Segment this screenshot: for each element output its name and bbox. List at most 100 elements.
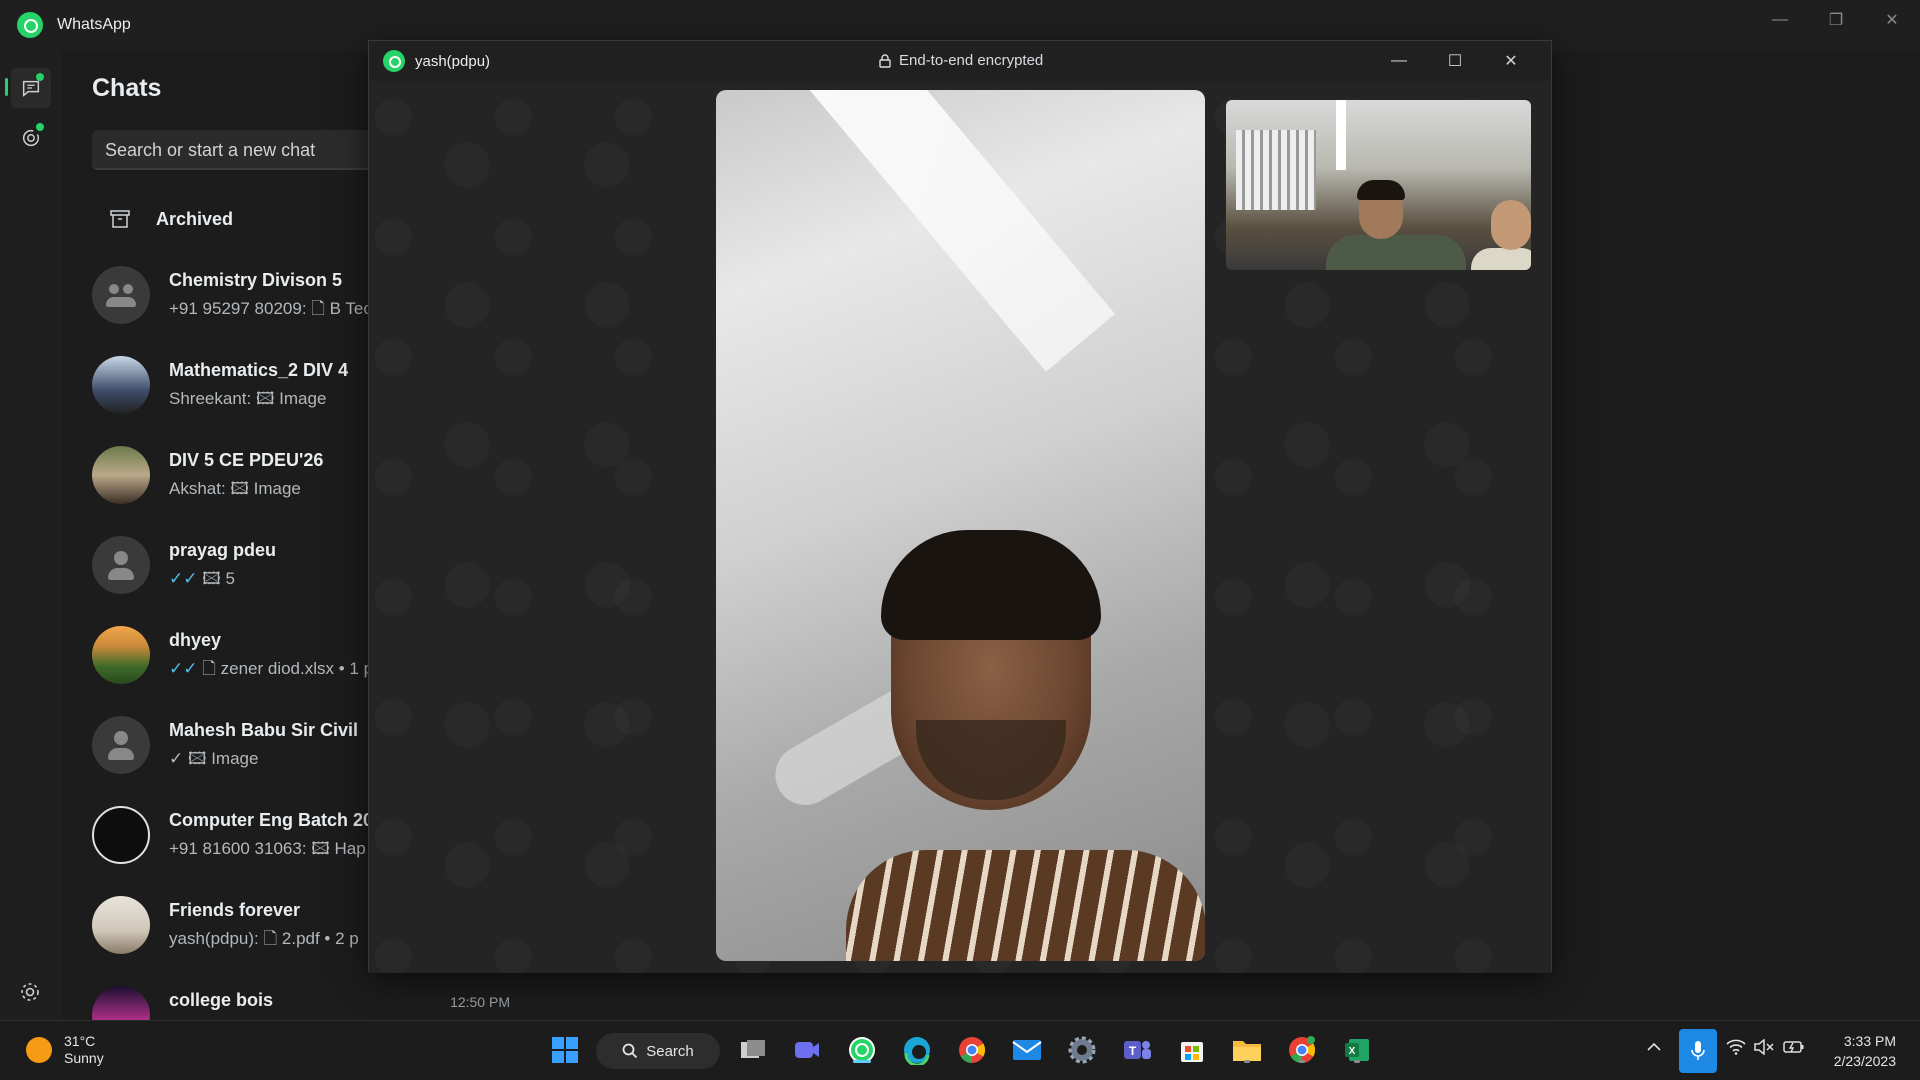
- weather-desc: Sunny: [64, 1050, 104, 1066]
- microphone-button[interactable]: [1679, 1029, 1717, 1073]
- encryption-label: End-to-end encrypted: [899, 52, 1044, 69]
- chat-name: dhyey: [169, 630, 222, 650]
- remote-video-feed[interactable]: [716, 90, 1205, 961]
- chat-preview-line: ✓ 🖾 Image: [169, 746, 258, 775]
- person-body: [1471, 248, 1531, 270]
- page-title: Chats: [92, 74, 162, 102]
- chevron-up-icon[interactable]: [1646, 1039, 1662, 1060]
- task-view-icon[interactable]: [736, 1033, 770, 1067]
- person-shirt: [846, 850, 1205, 961]
- call-maximize-button[interactable]: ☐: [1427, 43, 1483, 79]
- default-avatar: [92, 716, 150, 774]
- running-underline: [1354, 1060, 1360, 1063]
- self-video-preview[interactable]: [1226, 100, 1531, 270]
- active-indicator: [5, 78, 8, 96]
- call-titlebar: yash(pdpu) End-to-end encrypted — ☐ ✕: [369, 41, 1551, 81]
- video-call-window: yash(pdpu) End-to-end encrypted — ☐ ✕: [368, 40, 1552, 973]
- svg-text:T: T: [1129, 1044, 1137, 1058]
- room-light: [1336, 100, 1346, 170]
- ceiling-light: [776, 90, 1115, 372]
- sun-icon: [26, 1037, 52, 1063]
- read-ticks-icon: ✓✓: [169, 659, 198, 678]
- taskbar: 31°C Sunny Search T X 3:33 PM 2/23/2023: [0, 1020, 1920, 1080]
- weather-text: 31°C Sunny: [64, 1033, 104, 1067]
- chat-name: Chemistry Divison 5: [169, 270, 343, 290]
- call-contact-name: yash(pdpu): [415, 52, 491, 70]
- person-hair: [881, 530, 1101, 640]
- status-dot: [36, 123, 44, 131]
- close-button[interactable]: ✕: [1864, 0, 1920, 40]
- clock-time: 3:33 PM: [1843, 1033, 1896, 1049]
- chat-preview: 🗋 zener diod.xlsx • 1 p: [202, 659, 374, 678]
- group-avatar: [92, 266, 150, 324]
- teams-meet-icon[interactable]: [790, 1033, 824, 1067]
- chat-preview: +91 95297 80209: 🗋 B Tec: [169, 299, 372, 318]
- whatsapp-taskbar-icon[interactable]: [845, 1033, 879, 1067]
- chat-avatar: [92, 896, 150, 954]
- running-underline: [1244, 1060, 1250, 1063]
- archive-icon: [110, 210, 130, 228]
- chrome-profile-icon[interactable]: [1285, 1033, 1319, 1067]
- chat-preview: Shreekant: 🖾 Image: [169, 389, 327, 408]
- chrome-icon[interactable]: [955, 1033, 989, 1067]
- taskbar-search[interactable]: Search: [596, 1033, 720, 1069]
- chat-name: Computer Eng Batch 202: [169, 810, 384, 830]
- weather-temp: 31°C: [64, 1033, 96, 1049]
- chat-preview-line: ✓✓ 🗋 zener diod.xlsx • 1 p: [169, 656, 373, 685]
- search-label: Search: [646, 1042, 694, 1060]
- mail-icon[interactable]: [1010, 1033, 1044, 1067]
- settings-app-icon[interactable]: [1065, 1033, 1099, 1067]
- window-controls: — ❐ ✕: [1752, 0, 1920, 40]
- chats-nav-button[interactable]: [11, 68, 51, 108]
- gear-icon: [21, 983, 39, 1001]
- wifi-icon[interactable]: [1726, 1039, 1746, 1060]
- nav-rail: [0, 50, 62, 1058]
- volume-muted-icon[interactable]: [1754, 1038, 1774, 1060]
- sent-tick-icon: ✓: [169, 749, 184, 768]
- chat-avatar: [92, 446, 150, 504]
- chat-preview-line: ✓✓ 🖾 5: [169, 566, 235, 595]
- clock-date: 2/23/2023: [1833, 1053, 1896, 1069]
- restore-button[interactable]: ❐: [1808, 0, 1864, 40]
- call-close-button[interactable]: ✕: [1483, 43, 1539, 79]
- chat-avatar: [92, 986, 150, 1020]
- person-face: [1491, 200, 1531, 250]
- settings-button[interactable]: [18, 980, 42, 1004]
- lock-icon: [879, 53, 891, 68]
- teams-icon[interactable]: T: [1120, 1033, 1154, 1067]
- read-ticks-icon: ✓✓: [169, 569, 198, 588]
- app-title: WhatsApp: [57, 16, 131, 33]
- whatsapp-logo-icon: [17, 12, 43, 38]
- room-window: [1236, 130, 1316, 210]
- whatsapp-logo-icon: [383, 50, 405, 72]
- chat-time: 12:50 PM: [450, 994, 510, 1010]
- chat-name: prayag pdeu: [169, 540, 277, 560]
- chat-name: Mahesh Babu Sir Civil: [169, 720, 359, 740]
- chat-preview: 🖾 5: [202, 569, 235, 588]
- excel-icon[interactable]: X: [1340, 1033, 1374, 1067]
- chat-preview: Akshat: 🖾 Image: [169, 479, 301, 498]
- encryption-status: End-to-end encrypted: [879, 52, 1043, 69]
- active-underline: [853, 1060, 871, 1063]
- running-underline: [1299, 1060, 1305, 1063]
- windows-start-icon[interactable]: [548, 1033, 582, 1067]
- weather-widget[interactable]: 31°C Sunny: [26, 1033, 104, 1067]
- system-clock[interactable]: 3:33 PM 2/23/2023: [1834, 1031, 1896, 1071]
- unread-dot: [36, 73, 44, 81]
- file-explorer-icon[interactable]: [1230, 1033, 1264, 1067]
- svg-text:X: X: [1349, 1046, 1356, 1057]
- minimize-button[interactable]: —: [1752, 0, 1808, 40]
- chat-preview: yash(pdpu): 🗋 2.pdf • 2 p: [169, 929, 359, 948]
- call-minimize-button[interactable]: —: [1371, 43, 1427, 79]
- microphone-icon: [1691, 1041, 1705, 1060]
- chat-preview: +91 81600 31063: 🖾 Hap: [169, 839, 366, 858]
- status-nav-button[interactable]: [11, 118, 51, 158]
- chat-row[interactable]: college bois 12:50 PM: [92, 986, 532, 1020]
- chat-name: college bois: [169, 990, 274, 1010]
- search-icon: [622, 1043, 638, 1059]
- store-icon[interactable]: [1175, 1033, 1209, 1067]
- battery-icon[interactable]: [1783, 1039, 1805, 1060]
- person-hair: [1357, 180, 1405, 200]
- edge-icon[interactable]: [900, 1033, 934, 1067]
- default-avatar: [92, 536, 150, 594]
